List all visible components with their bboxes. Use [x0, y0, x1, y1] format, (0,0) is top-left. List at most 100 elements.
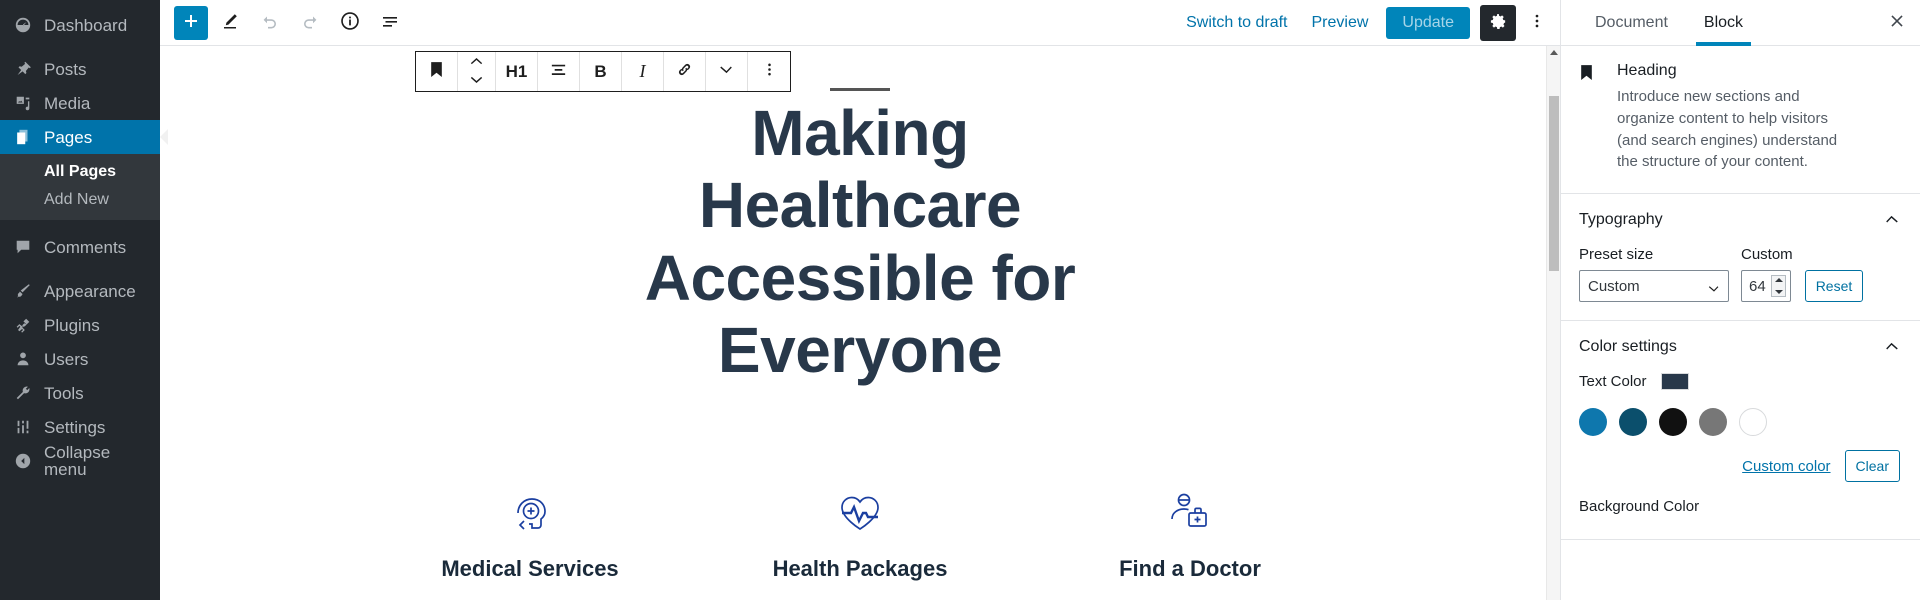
redo-button[interactable] — [292, 5, 328, 41]
typography-panel: Typography Preset size Custom Custom 64 … — [1561, 194, 1920, 321]
bold-button[interactable]: B — [580, 52, 622, 91]
brush-icon — [12, 280, 34, 302]
add-block-button[interactable] — [174, 5, 208, 40]
edit-mode-button[interactable] — [212, 5, 248, 41]
heading-level-button[interactable]: H1 — [496, 52, 538, 91]
preset-size-field: Preset size Custom — [1579, 246, 1729, 302]
ellipsis-vertical-icon — [1528, 12, 1546, 33]
move-down-icon — [469, 72, 484, 90]
block-options-button[interactable] — [748, 52, 790, 91]
plus-icon — [181, 11, 201, 34]
sidebar-item-dashboard[interactable]: Dashboard — [0, 8, 160, 42]
canvas-scrollbar[interactable] — [1546, 46, 1560, 600]
feature-item-find-a-doctor[interactable]: Find a Doctor — [1025, 486, 1355, 582]
submenu-item-add-new[interactable]: Add New — [0, 186, 160, 214]
clear-color-button[interactable]: Clear — [1844, 450, 1900, 482]
sidebar-item-settings[interactable]: Settings — [0, 410, 160, 444]
user-icon — [12, 348, 34, 370]
text-align-button[interactable] — [538, 52, 580, 91]
palette-swatch-4[interactable] — [1699, 408, 1727, 436]
sidebar-label: Plugins — [44, 315, 100, 335]
sidebar-item-users[interactable]: Users — [0, 342, 160, 376]
tab-document[interactable]: Document — [1577, 0, 1686, 45]
text-color-label: Text Color — [1579, 373, 1647, 390]
submenu-label: Add New — [44, 191, 109, 208]
background-color-label: Background Color — [1579, 498, 1700, 515]
sidebar-item-media[interactable]: Media — [0, 86, 160, 120]
preset-size-select[interactable]: Custom — [1579, 270, 1729, 302]
submenu-label: All Pages — [44, 163, 117, 180]
page-heading[interactable]: Making Healthcare Accessible for Everyon… — [600, 97, 1120, 386]
preset-size-select-wrapper[interactable]: Custom — [1579, 270, 1729, 302]
sidebar-item-tools[interactable]: Tools — [0, 376, 160, 410]
color-settings-panel-header[interactable]: Color settings — [1579, 321, 1900, 373]
editor-column: Switch to draft Preview Update H1 B I Ma… — [160, 0, 1560, 600]
stepper-down-icon[interactable] — [1774, 290, 1783, 294]
editor-header-actions: Switch to draft Preview Update — [1176, 4, 1554, 41]
typography-panel-header[interactable]: Typography — [1579, 194, 1900, 246]
sidebar-label: Settings — [44, 417, 106, 437]
italic-button[interactable]: I — [622, 52, 664, 91]
block-info-title: Heading — [1617, 62, 1677, 79]
settings-toggle-button[interactable] — [1480, 4, 1516, 41]
tab-block[interactable]: Block — [1686, 0, 1761, 46]
palette-swatch-2[interactable] — [1619, 408, 1647, 436]
sidebar-item-pages[interactable]: Pages — [0, 120, 160, 154]
editor-canvas[interactable]: H1 B I Making Healthcare Accessible for … — [160, 46, 1560, 600]
feature-label: Health Packages — [772, 556, 948, 581]
gear-icon — [1489, 12, 1508, 34]
align-center-icon — [549, 62, 568, 81]
typography-panel-body: Preset size Custom Custom 64 Reset — [1579, 246, 1900, 320]
palette-swatch-5[interactable] — [1739, 408, 1767, 436]
sidebar-item-posts[interactable]: Posts — [0, 52, 160, 86]
plug-icon — [12, 314, 34, 336]
feature-label: Find a Doctor — [1119, 556, 1261, 581]
sidebar-item-plugins[interactable]: Plugins — [0, 308, 160, 342]
collapse-arrow-icon — [12, 450, 34, 472]
reset-typography-button[interactable]: Reset — [1804, 270, 1864, 302]
block-type-heading-button[interactable] — [416, 52, 458, 91]
color-settings-panel: Color settings Text Color Custom color C… — [1561, 321, 1920, 540]
palette-swatch-3[interactable] — [1659, 408, 1687, 436]
quantity-stepper[interactable] — [1771, 275, 1786, 297]
move-up-icon — [469, 53, 484, 71]
palette-swatch-1[interactable] — [1579, 408, 1607, 436]
wrench-icon — [12, 382, 34, 404]
custom-color-link[interactable]: Custom color — [1742, 458, 1830, 475]
submenu-item-all-pages[interactable]: All Pages — [0, 158, 160, 186]
editor-canvas-wrapper: H1 B I Making Healthcare Accessible for … — [160, 46, 1560, 600]
feature-item-medical-services[interactable]: Medical Services — [365, 486, 695, 582]
switch-to-draft-button[interactable]: Switch to draft — [1176, 8, 1297, 38]
details-button[interactable] — [332, 5, 368, 41]
undo-button[interactable] — [252, 5, 288, 41]
preset-size-label: Preset size — [1579, 246, 1654, 263]
chevron-up-icon — [1883, 338, 1900, 356]
close-settings-button[interactable] — [1874, 0, 1920, 45]
link-button[interactable] — [664, 52, 706, 91]
bold-label: B — [594, 61, 607, 81]
preview-button[interactable]: Preview — [1302, 8, 1379, 38]
sidebar-label: Appearance — [44, 281, 136, 301]
feature-item-health-packages[interactable]: Health Packages — [695, 486, 1025, 582]
sidebar-item-appearance[interactable]: Appearance — [0, 274, 160, 308]
stepper-up-icon[interactable] — [1774, 278, 1783, 282]
undo-icon — [260, 11, 280, 34]
block-info-description: Introduce new sections and organize cont… — [1617, 88, 1838, 171]
sidebar-item-comments[interactable]: Comments — [0, 230, 160, 264]
update-button[interactable]: Update — [1386, 6, 1470, 39]
settings-tabs: Document Block — [1561, 0, 1920, 46]
text-color-swatch[interactable] — [1660, 373, 1689, 390]
more-options-button[interactable] — [1520, 5, 1554, 41]
pages-submenu: All Pages Add New — [0, 154, 160, 220]
heading-level-label: H1 — [505, 61, 528, 81]
info-icon — [339, 10, 361, 35]
sidebar-label: Tools — [44, 383, 84, 403]
scrollbar-thumb[interactable] — [1549, 96, 1559, 271]
custom-size-input[interactable]: 64 — [1741, 270, 1791, 302]
hero-divider — [830, 88, 890, 91]
more-rich-text-button[interactable] — [706, 52, 748, 91]
list-view-button[interactable] — [372, 5, 408, 41]
collapse-menu-button[interactable]: Collapse menu — [0, 444, 160, 478]
move-block-button[interactable] — [458, 52, 496, 91]
scroll-up-arrow-icon[interactable] — [1550, 50, 1558, 55]
